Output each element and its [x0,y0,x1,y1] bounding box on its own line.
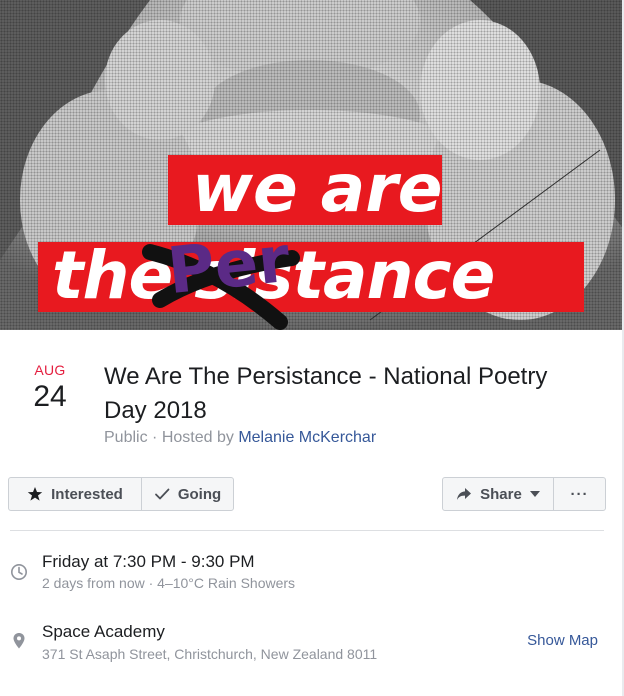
clock-icon [11,564,27,580]
share-button[interactable]: Share [443,478,553,510]
cover-banner-line-1: we are [168,155,442,225]
hosted-by-label: Hosted by [161,429,234,446]
more-options-button[interactable]: ··· [553,478,605,510]
more-label: ··· [570,485,589,503]
checkmark-icon [154,488,170,500]
cover-banner-line-2: the sistance [38,242,584,312]
event-privacy-host: Public · Hosted by Melanie McKerchar [104,429,376,447]
event-location[interactable]: Space Academy [42,622,165,642]
share-button-group: Share ··· [442,477,606,511]
interested-button[interactable]: Interested [9,478,141,510]
interested-label: Interested [51,485,123,503]
star-icon [27,487,43,501]
event-day: 24 [33,380,67,413]
rsvp-button-group: Interested Going [8,477,234,511]
share-arrow-icon [457,488,472,500]
section-divider [10,530,604,531]
cover-banner-line-2-text: the sistance [52,242,495,312]
event-time: Friday at 7:30 PM - 9:30 PM [42,552,255,571]
event-privacy: Public [104,429,148,446]
going-button[interactable]: Going [141,478,233,510]
event-month: AUG [34,362,66,378]
event-title: We Are The Persistance - National Poetry… [104,363,548,424]
host-link[interactable]: Melanie McKerchar [238,429,376,446]
location-pin-icon [13,633,25,649]
caret-down-icon [529,491,540,497]
event-address: 371 St Asaph Street, Christchurch, New Z… [42,646,378,662]
going-label: Going [177,485,222,503]
event-cover-photo[interactable]: we are the sistance Per [0,0,624,330]
event-date-badge: AUG 24 [22,362,78,414]
event-time-subtext: 2 days from now · 4–10°C Rain Showers [42,575,296,591]
separator-dot: · [152,429,158,446]
show-map-link[interactable]: Show Map [527,632,598,649]
share-label: Share [480,485,522,503]
